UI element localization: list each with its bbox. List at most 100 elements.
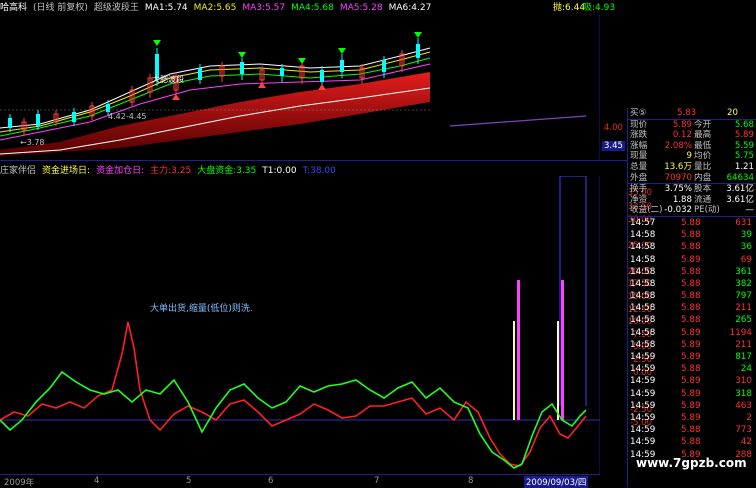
- quote-row: 收益(二) -0.032 PE(动) —: [627, 205, 756, 216]
- tick-price: 5.88: [681, 291, 701, 302]
- quote-row: 外盘 70970 内盘 64634: [627, 173, 756, 184]
- stock-title[interactable]: 哈高科: [0, 3, 27, 13]
- tick-row: 14:58 5.89 69: [627, 254, 756, 266]
- period-label[interactable]: (日线 前复权): [33, 3, 88, 13]
- tick-row: 14:58 5.88 382: [627, 278, 756, 290]
- x-axis-label: 5: [186, 476, 192, 486]
- tick-price: 5.88: [681, 242, 701, 253]
- tick-volume: 1194: [729, 327, 752, 338]
- x-axis-cursor-date: 2009/09/03/四: [524, 476, 589, 488]
- tick-row: 14:59 5.89 817: [627, 351, 756, 363]
- tick-price: 5.89: [681, 352, 701, 362]
- quote-label: 净资: [630, 194, 648, 205]
- quote-label: 换手: [630, 184, 648, 195]
- buy-price-label: 吸:4.93: [583, 3, 616, 13]
- tick-time: 14:58: [630, 303, 656, 314]
- sub-indicator-name[interactable]: 庄家伴侣: [0, 166, 36, 176]
- tick-time: 14:59: [630, 400, 656, 411]
- tick-price: 5.89: [681, 327, 701, 338]
- tick-row: 14:58 5.88 36: [627, 241, 756, 253]
- quote-value: 5.89: [672, 119, 692, 130]
- buy5-vol: 20: [727, 108, 738, 118]
- tick-list[interactable]: 14:57 5.88 631 14:58 5.88 39 14:58 5.88 36 14:…: [627, 217, 756, 461]
- quote-label: PE(动): [694, 205, 720, 216]
- quote-label: 量比: [694, 161, 712, 172]
- ma4-label: MA4:5.68: [291, 3, 334, 13]
- tick-row: 14:59 5.88 42: [627, 436, 756, 448]
- quote-label: 涨跌: [630, 130, 648, 141]
- tick-time: 14:58: [630, 254, 656, 265]
- ma1-label: MA1:5.74: [144, 3, 188, 13]
- quote-value: 5.75: [734, 151, 754, 162]
- tick-row: 14:59 5.89 463: [627, 400, 756, 412]
- tick-volume: 211: [735, 339, 752, 350]
- buy5-price: 5.83: [677, 108, 697, 118]
- tick-price: 5.89: [681, 400, 701, 411]
- quote-label: 收益(二): [630, 205, 663, 216]
- quote-value: -0.032: [664, 205, 692, 216]
- capital-flow-oscillator-chart[interactable]: [0, 176, 600, 474]
- tick-row: 14:59 5.89 2: [627, 412, 756, 424]
- tick-volume: 773: [735, 425, 752, 436]
- main-candlestick-chart[interactable]: [0, 14, 600, 162]
- tick-time: 14:59: [630, 412, 656, 423]
- capital-entry-label: 资金进场日:: [42, 166, 91, 176]
- tick-price: 5.88: [681, 315, 701, 326]
- quote-row: 现价 5.89 今开 5.68: [627, 120, 756, 131]
- tick-row: 14:59 5.89 318: [627, 388, 756, 400]
- ma3-label: MA3:5.57: [242, 3, 286, 13]
- tick-price: 5.89: [681, 339, 701, 350]
- tick-price: 5.88: [681, 230, 701, 241]
- x-axis-label: 2009年: [4, 478, 35, 488]
- quote-value: 5.89: [734, 130, 754, 141]
- t-label: T:38.00: [302, 166, 336, 176]
- tick-row: 14:58 5.88 361: [627, 266, 756, 278]
- quote-value: 1.88: [672, 194, 692, 205]
- quote-value: 5.59: [734, 140, 754, 151]
- buy5-row: 买⑤ 5.83 20: [627, 108, 756, 119]
- watermark-text: www.7gpzb.com: [636, 456, 747, 470]
- tick-volume: 361: [735, 266, 752, 277]
- chart-divider: [0, 160, 627, 161]
- quote-value: 3.75%: [664, 184, 692, 195]
- red-band-area: [0, 72, 430, 156]
- ma2-label: MA2:5.65: [193, 3, 237, 13]
- low-point-label: ←3.78: [20, 138, 45, 147]
- tick-time: 14:58: [630, 291, 656, 302]
- tick-price: 5.88: [681, 303, 701, 314]
- x-axis-line: [0, 474, 600, 475]
- quote-value: 70970: [664, 172, 692, 183]
- tick-volume: 24: [740, 364, 752, 375]
- tick-volume: 42: [740, 437, 752, 448]
- t1-label: T1:0.00: [262, 166, 297, 176]
- main-chart-header: 哈高科 (日线 前复权) 超级波段王 MA1:5.74 MA2:5.65 MA3:5.57…: [0, 0, 600, 14]
- quote-row: 换手 3.75% 股本 3.61亿: [627, 184, 756, 195]
- tick-volume: 2: [746, 412, 752, 423]
- quote-label: 最低: [694, 140, 712, 151]
- tick-volume: 631: [735, 217, 752, 228]
- tick-row: 14:58 5.89 1194: [627, 327, 756, 339]
- quote-label: 今开: [694, 119, 712, 130]
- x-axis-label: 8: [468, 476, 474, 486]
- tick-time: 14:59: [630, 376, 656, 387]
- market-capital-label: 大盘资金:3.35: [197, 166, 257, 176]
- indicator-name[interactable]: 超级波段王: [94, 3, 139, 13]
- tick-volume: 211: [735, 303, 752, 314]
- tick-row: 14:57 5.88 631: [627, 217, 756, 229]
- tick-volume: 382: [735, 278, 752, 289]
- tick-price: 5.88: [681, 364, 701, 375]
- buy5-label: 买⑤: [630, 108, 647, 118]
- quote-value: 13.6万: [664, 161, 692, 172]
- quote-label: 均价: [694, 151, 712, 162]
- quote-value: 3.61亿: [726, 194, 754, 205]
- tick-price: 5.88: [681, 425, 701, 436]
- tick-row: 14:59 5.88 773: [627, 424, 756, 436]
- sub-chart-header: 庄家伴侣 资金进场日: 资金加仓日: 主力:3.25 大盘资金:3.35 T1:0.00 T…: [0, 163, 600, 176]
- tick-time: 14:59: [630, 364, 656, 375]
- tick-time: 14:58: [630, 327, 656, 338]
- tick-volume: 39: [740, 230, 752, 241]
- tick-time: 14:58: [630, 266, 656, 277]
- quote-label: 总量: [630, 161, 648, 172]
- capital-add-label: 资金加仓日:: [96, 166, 145, 176]
- tick-volume: 36: [740, 242, 752, 253]
